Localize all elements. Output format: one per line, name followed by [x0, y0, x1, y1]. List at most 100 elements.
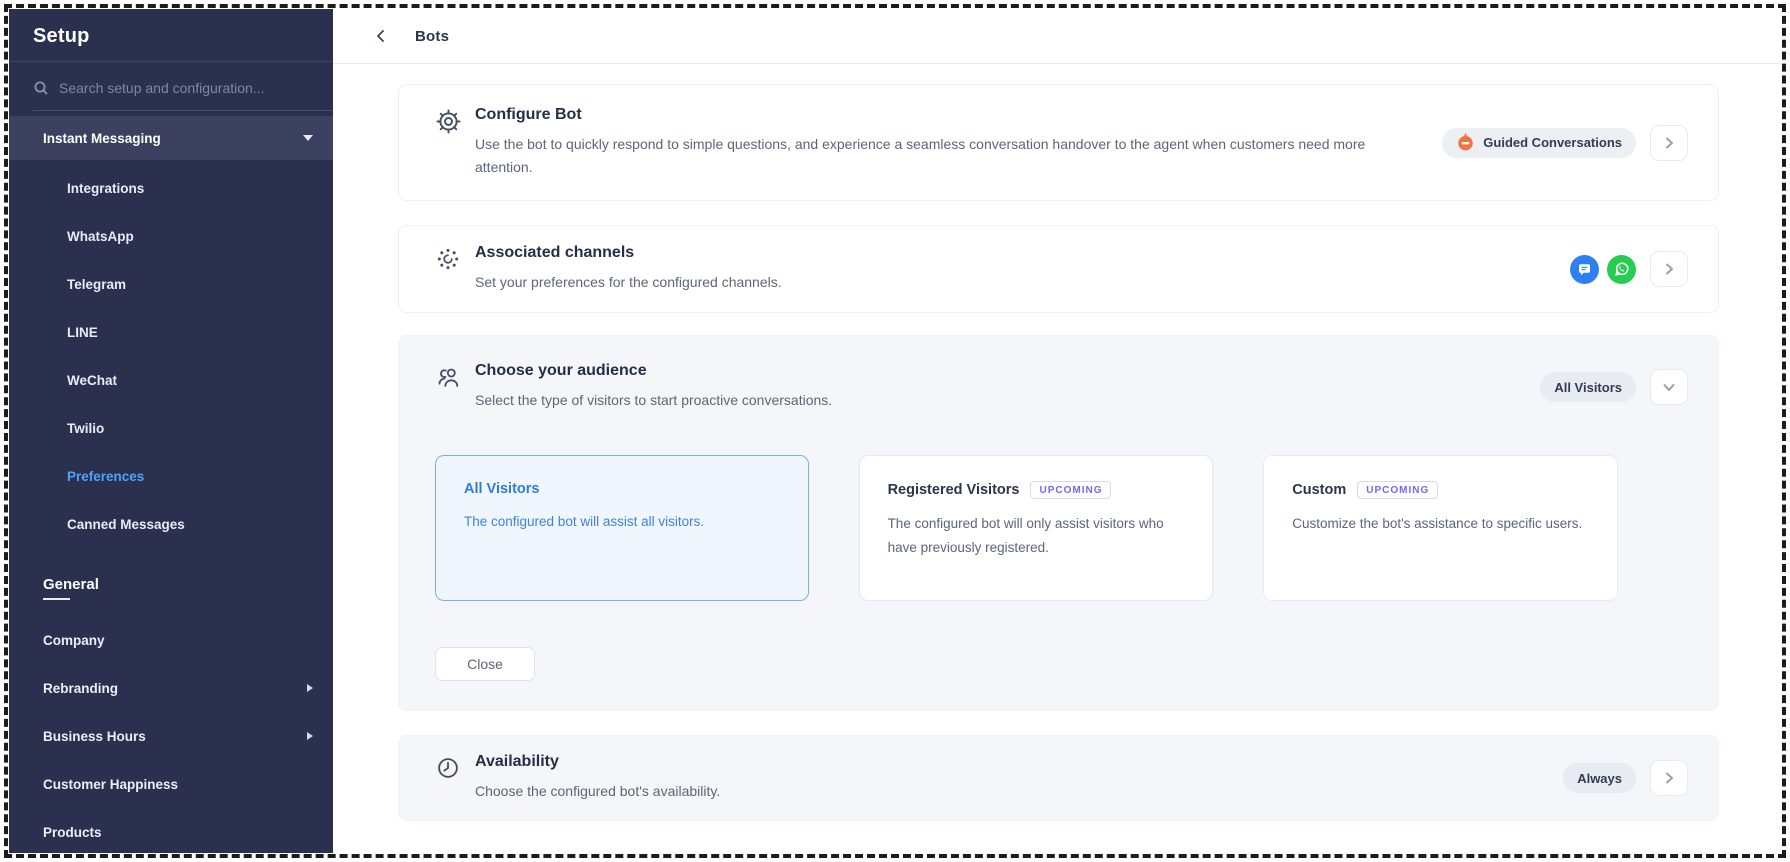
clock-icon: [435, 753, 475, 786]
card-description: Use the bot to quickly respond to simple…: [475, 133, 1375, 179]
sidebar-item-label: WhatsApp: [67, 229, 134, 244]
chevron-down-icon: [303, 135, 313, 141]
open-availability-button[interactable]: [1650, 760, 1688, 796]
collapse-audience-button[interactable]: [1650, 369, 1688, 405]
option-title: Custom: [1292, 482, 1346, 498]
channels-icon: [435, 244, 475, 277]
card-text: Configure Bot Use the bot to quickly res…: [475, 106, 1442, 179]
sidebar-item-label: Twilio: [67, 421, 104, 436]
search-input[interactable]: [59, 80, 289, 96]
option-description: Customize the bot's assistance to specif…: [1292, 512, 1589, 536]
chevron-left-icon: [373, 28, 389, 44]
chevron-right-icon: [307, 684, 313, 692]
card-controls: Guided Conversations: [1442, 125, 1688, 161]
card-description: Set your preferences for the configured …: [475, 271, 1365, 294]
livechat-icon: [1570, 255, 1599, 284]
instant-messaging-submenu: Integrations WhatsApp Telegram LINE WeCh…: [9, 160, 333, 548]
sidebar-item-integrations[interactable]: Integrations: [9, 164, 333, 212]
sidebar-item-label: Company: [43, 633, 105, 648]
screenshot-frame: Setup Instant Messaging Integrations Wha…: [0, 0, 1790, 862]
sidebar-item-telegram[interactable]: Telegram: [9, 260, 333, 308]
audience-icon: [435, 362, 475, 396]
page-header: Bots: [333, 9, 1781, 64]
audience-option-registered-visitors[interactable]: Registered Visitors UPCOMING The configu…: [859, 455, 1214, 601]
card-text: Associated channels Set your preferences…: [475, 244, 1570, 294]
setup-sidebar: Setup Instant Messaging Integrations Wha…: [9, 9, 333, 853]
option-description: The configured bot will only assist visi…: [888, 512, 1185, 559]
card-controls: [1570, 251, 1688, 287]
sidebar-item-preferences[interactable]: Preferences: [9, 452, 333, 500]
sidebar-item-label: Products: [43, 825, 102, 840]
audience-option-custom[interactable]: Custom UPCOMING Customize the bot's assi…: [1263, 455, 1618, 601]
section-header-label: General: [43, 576, 333, 593]
card-controls: All Visitors: [1540, 369, 1688, 405]
card-text: Choose your audience Select the type of …: [475, 362, 1540, 412]
sidebar-item-label: Integrations: [67, 181, 144, 196]
option-description: The configured bot will assist all visit…: [464, 510, 780, 534]
page-title: Bots: [415, 28, 449, 45]
chevron-right-icon: [1662, 136, 1676, 150]
close-button[interactable]: Close: [435, 647, 535, 681]
badge-label: Guided Conversations: [1483, 135, 1622, 150]
audience-options: All Visitors The configured bot will ass…: [435, 455, 1618, 601]
bot-icon: [1456, 133, 1475, 152]
sidebar-item-rebranding[interactable]: Rebranding: [9, 664, 333, 712]
sidebar-item-label: Canned Messages: [67, 517, 185, 532]
sidebar-item-label: Business Hours: [43, 729, 146, 744]
badge-label: Always: [1577, 771, 1622, 786]
open-configure-bot-button[interactable]: [1650, 125, 1688, 161]
sidebar-item-instant-messaging[interactable]: Instant Messaging: [9, 116, 333, 160]
panel-header: Choose your audience Select the type of …: [435, 362, 1688, 412]
sidebar-item-whatsapp[interactable]: WhatsApp: [9, 212, 333, 260]
search-icon: [33, 80, 49, 96]
sidebar-item-canned-messages[interactable]: Canned Messages: [9, 500, 333, 548]
channel-icons: [1570, 255, 1636, 284]
sidebar-search[interactable]: [9, 62, 333, 110]
card-title: Choose your audience: [475, 362, 1516, 380]
sidebar-item-label: WeChat: [67, 373, 117, 388]
sidebar-title: Setup: [9, 9, 333, 61]
card-title: Associated channels: [475, 244, 1546, 262]
chevron-right-icon: [1662, 262, 1676, 276]
audience-option-all-visitors[interactable]: All Visitors The configured bot will ass…: [435, 455, 809, 601]
sidebar-item-business-hours[interactable]: Business Hours: [9, 712, 333, 760]
card-title: Availability: [475, 753, 1539, 771]
sidebar-item-label: LINE: [67, 325, 98, 340]
choose-audience-panel: Choose your audience Select the type of …: [398, 335, 1719, 711]
settings-list: Configure Bot Use the bot to quickly res…: [333, 64, 1781, 853]
chevron-right-icon: [1662, 771, 1676, 785]
availability-badge: Always: [1563, 763, 1636, 793]
sidebar-item-company[interactable]: Company: [9, 616, 333, 664]
back-button[interactable]: [373, 28, 389, 44]
app-window: Setup Instant Messaging Integrations Wha…: [9, 9, 1781, 853]
availability-card[interactable]: Availability Choose the configured bot's…: [398, 735, 1719, 821]
gear-icon: [435, 106, 475, 140]
sidebar-item-customer-happiness[interactable]: Customer Happiness: [9, 760, 333, 808]
badge-label: All Visitors: [1554, 380, 1622, 395]
guided-conversations-badge: Guided Conversations: [1442, 128, 1636, 158]
sidebar-item-label: Customer Happiness: [43, 777, 178, 792]
upcoming-badge: UPCOMING: [1357, 481, 1438, 499]
card-text: Availability Choose the configured bot's…: [475, 753, 1563, 803]
open-associated-channels-button[interactable]: [1650, 251, 1688, 287]
section-header-underline: [43, 598, 70, 600]
sidebar-item-wechat[interactable]: WeChat: [9, 356, 333, 404]
selected-audience-badge: All Visitors: [1540, 372, 1636, 402]
option-title: Registered Visitors: [888, 482, 1020, 498]
sidebar-section-general: General: [9, 560, 333, 616]
configure-bot-card[interactable]: Configure Bot Use the bot to quickly res…: [398, 84, 1719, 201]
card-controls: Always: [1563, 760, 1688, 796]
sidebar-item-label: Telegram: [67, 277, 126, 292]
whatsapp-icon: [1607, 255, 1636, 284]
card-description: Choose the configured bot's availability…: [475, 780, 1365, 803]
upcoming-badge: UPCOMING: [1030, 481, 1111, 499]
sidebar-item-line[interactable]: LINE: [9, 308, 333, 356]
sidebar-item-label: Rebranding: [43, 681, 118, 696]
option-title: All Visitors: [464, 481, 539, 497]
chevron-right-icon: [307, 732, 313, 740]
sidebar-item-products[interactable]: Products: [9, 808, 333, 853]
card-description: Select the type of visitors to start pro…: [475, 389, 1365, 412]
sidebar-item-twilio[interactable]: Twilio: [9, 404, 333, 452]
associated-channels-card[interactable]: Associated channels Set your preferences…: [398, 225, 1719, 313]
sidebar-item-label: Preferences: [67, 469, 144, 484]
